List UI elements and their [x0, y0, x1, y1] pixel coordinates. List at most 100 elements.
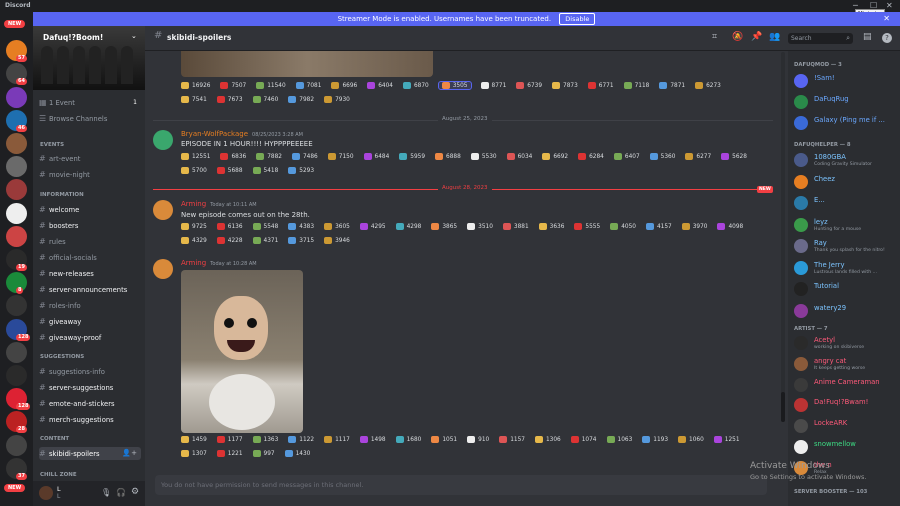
reaction-button[interactable]: 1117: [324, 436, 350, 443]
reaction-button[interactable]: 1307: [181, 450, 207, 457]
member-item[interactable]: LockeARK: [794, 418, 898, 436]
channel-giveaway[interactable]: # giveaway: [39, 315, 141, 328]
reaction-button[interactable]: 6034: [506, 153, 532, 160]
mute-bell-icon[interactable]: 🔕: [732, 32, 743, 42]
reaction-button[interactable]: 5628: [721, 153, 747, 160]
reaction-button[interactable]: 6696: [331, 82, 357, 89]
reaction-button[interactable]: 7673: [216, 96, 243, 103]
reaction-button[interactable]: 4371: [252, 237, 278, 244]
help-icon[interactable]: ?: [882, 33, 892, 43]
reaction-button[interactable]: 1430: [284, 450, 310, 457]
channel-skibidi-spoilers[interactable]: # skibidi-spoilers 👤+: [39, 447, 141, 460]
browse-channels[interactable]: ☰ Browse Channels: [39, 112, 141, 125]
server-banner[interactable]: Dafuq!?Boom! ⌄: [33, 26, 145, 90]
chat-scrollbar[interactable]: [781, 52, 785, 422]
server-icon[interactable]: [6, 434, 27, 456]
member-item[interactable]: Tutorial: [794, 281, 898, 299]
inbox-icon[interactable]: ▤: [863, 32, 872, 42]
channel-movie-night[interactable]: # movie-night: [39, 168, 141, 181]
reaction-button[interactable]: 4329: [181, 237, 207, 244]
reaction-button[interactable]: 7150: [327, 153, 354, 160]
reaction-button[interactable]: 6739: [516, 82, 542, 89]
channel-giveaway-proof[interactable]: # giveaway-proof: [39, 331, 141, 344]
reaction-button[interactable]: 1363: [252, 436, 278, 443]
reaction-button[interactable]: 1680: [395, 436, 421, 443]
reaction-button[interactable]: 3881: [502, 223, 529, 230]
avatar[interactable]: [153, 130, 173, 150]
channel-suggestions-info[interactable]: # suggestions-info: [39, 365, 141, 378]
disable-streamer-button[interactable]: Disable: [559, 13, 596, 25]
channel-emote-and-stickers[interactable]: # emote-and-stickers: [39, 397, 141, 410]
reaction-button[interactable]: 1177: [216, 436, 243, 443]
members-icon[interactable]: 👥: [769, 32, 780, 42]
server-icon[interactable]: [6, 133, 27, 154]
member-item[interactable]: Cheez: [794, 174, 898, 192]
channel-roles-info[interactable]: # roles-info: [39, 299, 141, 312]
reaction-button[interactable]: 1459: [181, 436, 207, 443]
reaction-button[interactable]: 5555: [574, 223, 600, 230]
member-item[interactable]: Anime Cameraman: [794, 377, 898, 395]
reaction-button[interactable]: 7118: [623, 82, 649, 89]
threads-icon[interactable]: ⌗: [712, 32, 717, 42]
channel-rules[interactable]: # rules: [39, 235, 141, 248]
reaction-button[interactable]: 5959: [399, 153, 425, 160]
avatar[interactable]: [153, 259, 173, 279]
reaction-button[interactable]: 6771: [587, 82, 614, 89]
reaction-button[interactable]: 5688: [216, 167, 243, 174]
skibidi-toilet-image[interactable]: [181, 270, 303, 433]
category-suggestions[interactable]: SUGGESTIONS: [40, 354, 84, 360]
message-image-top[interactable]: [181, 51, 433, 77]
reaction-button[interactable]: 3510: [467, 223, 493, 230]
reaction-button[interactable]: 4383: [288, 223, 314, 230]
reaction-button[interactable]: 4295: [359, 223, 386, 230]
gear-icon[interactable]: ⚙: [131, 487, 139, 497]
reaction-button[interactable]: 7081: [295, 82, 321, 89]
reaction-button[interactable]: 6692: [542, 153, 568, 160]
reaction-button[interactable]: 1122: [288, 436, 314, 443]
add-member-icon[interactable]: 👤+: [122, 447, 137, 460]
reaction-button[interactable]: 4098: [717, 223, 743, 230]
reaction-button[interactable]: 4228: [216, 237, 243, 244]
reaction-button[interactable]: 3605: [324, 223, 350, 230]
reaction-button[interactable]: 6136: [216, 223, 243, 230]
reaction-button[interactable]: 1193: [642, 436, 668, 443]
server-icon[interactable]: [6, 225, 27, 247]
reaction-button[interactable]: 7507: [220, 82, 246, 89]
reaction-button[interactable]: 8771: [480, 82, 506, 89]
reaction-button[interactable]: 9725: [181, 223, 207, 230]
pin-icon[interactable]: 📌: [751, 32, 762, 42]
server-icon[interactable]: [6, 156, 27, 178]
reaction-button[interactable]: 1051: [431, 436, 457, 443]
chevron-down-icon[interactable]: ⌄: [131, 32, 137, 40]
server-icon[interactable]: [6, 341, 27, 363]
reaction-button[interactable]: 3715: [288, 237, 314, 244]
reaction-button[interactable]: 997: [252, 450, 275, 457]
headphones-icon[interactable]: 🎧: [116, 488, 126, 497]
close-banner-icon[interactable]: ✕: [883, 12, 890, 26]
reaction-button[interactable]: 6870: [402, 82, 429, 89]
reaction-button[interactable]: 1063: [606, 436, 632, 443]
server-icon[interactable]: [6, 295, 27, 317]
member-item[interactable]: watery29: [794, 303, 898, 321]
member-item[interactable]: angry cat It keeps getting worse: [794, 356, 898, 374]
avatar[interactable]: [39, 486, 53, 500]
reaction-button[interactable]: 1251: [713, 436, 740, 443]
reaction-button[interactable]: 6407: [613, 153, 640, 160]
reaction-button[interactable]: 7460: [252, 96, 278, 103]
member-item[interactable]: snowmellow: [794, 439, 898, 457]
reaction-button[interactable]: 5530: [470, 153, 497, 160]
server-icon[interactable]: [6, 365, 27, 386]
reaction-button[interactable]: 7871: [659, 82, 685, 89]
member-item[interactable]: 1080GBA Coding Gravity Simulator: [794, 152, 898, 170]
reaction-button[interactable]: 5293: [288, 167, 314, 174]
reaction-button[interactable]: 910: [467, 436, 489, 443]
reaction-button[interactable]: 3505: [437, 81, 472, 90]
category-chill-zone[interactable]: CHILL ZONE: [40, 472, 77, 478]
reaction-button[interactable]: 1306: [534, 436, 561, 443]
reaction-button[interactable]: 1157: [499, 436, 525, 443]
member-item[interactable]: Galaxy (Ping me if ...: [794, 115, 898, 133]
reaction-button[interactable]: 3865: [431, 223, 457, 230]
reaction-button[interactable]: 3946: [324, 237, 350, 244]
reaction-button[interactable]: 7541: [181, 96, 207, 103]
channel-boosters[interactable]: # boosters: [39, 219, 141, 232]
